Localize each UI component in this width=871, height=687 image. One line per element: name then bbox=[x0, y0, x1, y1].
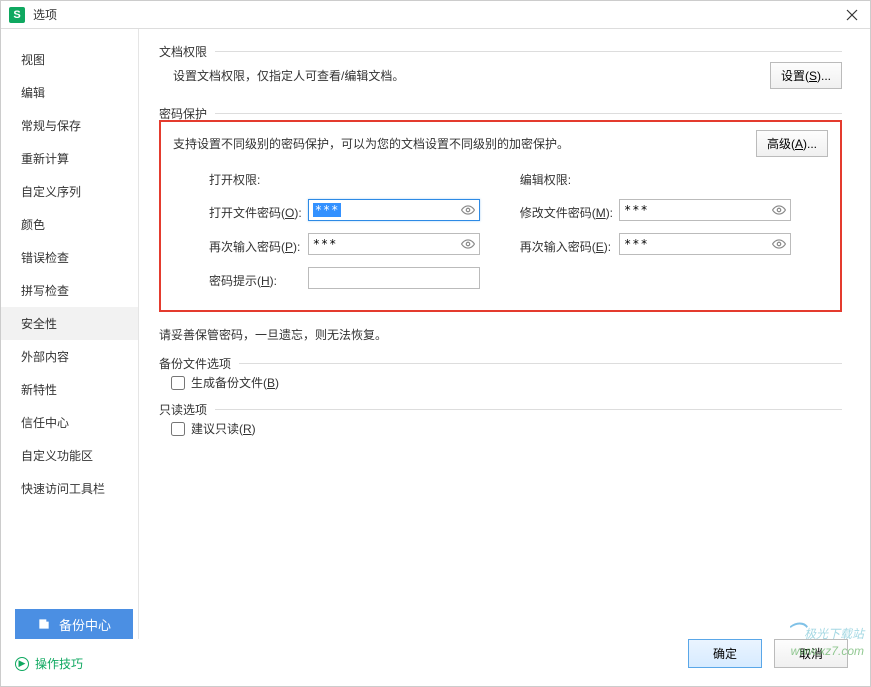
edit-password-confirm-input[interactable] bbox=[619, 233, 791, 255]
sidebar-item-color[interactable]: 颜色 bbox=[1, 208, 138, 241]
open-password-label: 打开文件密码(O): bbox=[209, 204, 302, 221]
eye-icon[interactable] bbox=[771, 202, 787, 218]
advanced-button[interactable]: 高级(A)... bbox=[756, 130, 828, 157]
sidebar-item-trust-center[interactable]: 信任中心 bbox=[1, 406, 138, 439]
eye-icon[interactable] bbox=[460, 236, 476, 252]
doc-permission-legend: 文档权限 bbox=[159, 43, 842, 60]
doc-permission-set-button[interactable]: 设置(S)... bbox=[770, 62, 842, 89]
edit-password-confirm-label: 再次输入密码(E): bbox=[520, 238, 611, 255]
window-title: 选项 bbox=[33, 6, 842, 23]
close-icon bbox=[846, 9, 858, 21]
edit-password-input[interactable] bbox=[619, 199, 791, 221]
tips-link[interactable]: ▶ 操作技巧 bbox=[15, 655, 83, 672]
backup-icon bbox=[37, 617, 51, 631]
sidebar-item-quick-access[interactable]: 快速访问工具栏 bbox=[1, 472, 138, 505]
title-bar: S 选项 bbox=[1, 1, 870, 29]
play-icon: ▶ bbox=[15, 657, 29, 671]
eye-icon[interactable] bbox=[460, 202, 476, 218]
readonly-options-legend-text: 只读选项 bbox=[159, 401, 215, 418]
password-warning: 请妥善保管密码，一旦遗忘，则无法恢复。 bbox=[159, 326, 842, 343]
sidebar: 视图 编辑 常规与保存 重新计算 自定义序列 颜色 错误检查 拼写检查 安全性 … bbox=[1, 29, 139, 639]
eye-icon[interactable] bbox=[771, 236, 787, 252]
open-permission-title: 打开权限: bbox=[209, 171, 302, 188]
open-password-confirm-input[interactable] bbox=[308, 233, 480, 255]
suggest-readonly-label[interactable]: 建议只读(R) bbox=[191, 420, 256, 437]
sidebar-item-security[interactable]: 安全性 bbox=[1, 307, 138, 340]
watermark: ⌒极光下载站 www.xz7.com bbox=[787, 618, 864, 658]
password-hint-label: 密码提示(H): bbox=[209, 272, 277, 289]
sidebar-item-view[interactable]: 视图 bbox=[1, 43, 138, 76]
sidebar-item-new-features[interactable]: 新特性 bbox=[1, 373, 138, 406]
backup-center-button[interactable]: 备份中心 bbox=[15, 609, 133, 639]
divider bbox=[215, 409, 842, 410]
doc-permission-legend-text: 文档权限 bbox=[159, 43, 215, 60]
sidebar-item-recalc[interactable]: 重新计算 bbox=[1, 142, 138, 175]
password-protection-desc: 支持设置不同级别的密码保护，可以为您的文档设置不同级别的加密保护。 bbox=[173, 135, 756, 152]
password-hint-input[interactable] bbox=[308, 267, 480, 289]
app-icon: S bbox=[9, 7, 25, 23]
backup-center-label: 备份中心 bbox=[59, 615, 111, 634]
sidebar-item-external[interactable]: 外部内容 bbox=[1, 340, 138, 373]
close-button[interactable] bbox=[842, 5, 862, 25]
readonly-options-legend: 只读选项 bbox=[159, 401, 842, 418]
backup-options-legend: 备份文件选项 bbox=[159, 355, 842, 372]
suggest-readonly-checkbox[interactable] bbox=[171, 422, 185, 436]
open-password-confirm-label: 再次输入密码(P): bbox=[209, 238, 300, 255]
divider bbox=[239, 363, 842, 364]
sidebar-item-spell-check[interactable]: 拼写检查 bbox=[1, 274, 138, 307]
sidebar-item-custom-ribbon[interactable]: 自定义功能区 bbox=[1, 439, 138, 472]
divider bbox=[215, 113, 842, 114]
password-protection-box: 支持设置不同级别的密码保护，可以为您的文档设置不同级别的加密保护。 高级(A).… bbox=[159, 120, 842, 312]
doc-permission-desc: 设置文档权限，仅指定人可查看/编辑文档。 bbox=[173, 67, 770, 84]
edit-permission-column: 编辑权限: 修改文件密码(M): 再次输入密码(E): bbox=[520, 171, 613, 292]
open-password-input[interactable]: *** bbox=[308, 199, 480, 221]
sidebar-item-edit[interactable]: 编辑 bbox=[1, 76, 138, 109]
content-panel: 文档权限 设置文档权限，仅指定人可查看/编辑文档。 设置(S)... 密码保护 … bbox=[139, 29, 870, 639]
backup-options-legend-text: 备份文件选项 bbox=[159, 355, 239, 372]
edit-permission-title: 编辑权限: bbox=[520, 171, 613, 188]
divider bbox=[215, 51, 842, 52]
sidebar-item-custom-list[interactable]: 自定义序列 bbox=[1, 175, 138, 208]
generate-backup-label[interactable]: 生成备份文件(B) bbox=[191, 374, 279, 391]
sidebar-item-general-save[interactable]: 常规与保存 bbox=[1, 109, 138, 142]
ok-button[interactable]: 确定 bbox=[688, 639, 762, 668]
tips-label: 操作技巧 bbox=[35, 655, 83, 672]
watermark-url: www.xz7.com bbox=[787, 644, 864, 658]
edit-password-label: 修改文件密码(M): bbox=[520, 204, 613, 221]
generate-backup-checkbox[interactable] bbox=[171, 376, 185, 390]
open-permission-column: 打开权限: 打开文件密码(O): 再次输入密码(P): 密码提示(H): bbox=[209, 171, 302, 292]
sidebar-item-error-check[interactable]: 错误检查 bbox=[1, 241, 138, 274]
